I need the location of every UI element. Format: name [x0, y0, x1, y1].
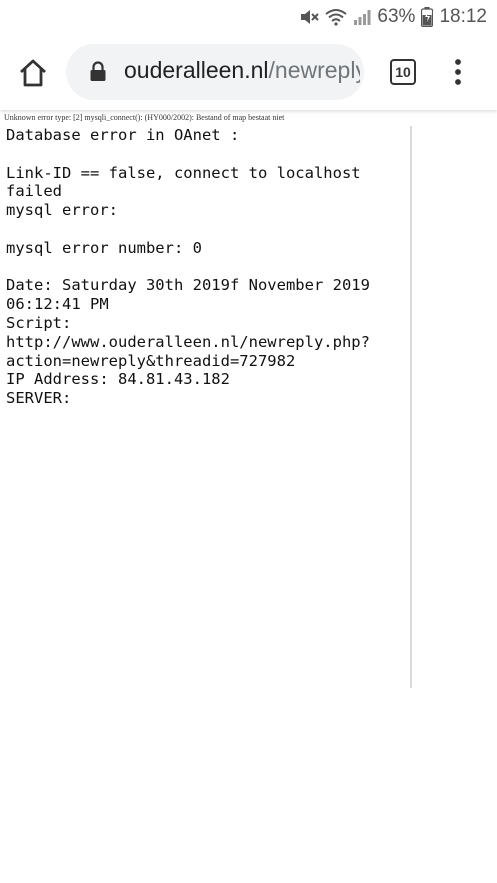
- error-line: mysql error number: 0: [6, 238, 202, 257]
- url-host: ouderalleen.nl: [124, 57, 269, 83]
- error-line: Script:: [6, 313, 72, 332]
- error-line: IP Address: 84.81.43.182: [6, 370, 230, 389]
- browser-toolbar: ouderalleen.nl/newreply 10: [0, 34, 497, 110]
- error-line: Link-ID == false, connect to localhost: [6, 163, 361, 182]
- vertical-divider: [410, 126, 412, 688]
- error-line: action=newreply&threadid=727982: [6, 351, 296, 370]
- error-line: Database error in OAnet :: [6, 126, 240, 144]
- tab-switcher-button[interactable]: 10: [390, 59, 416, 85]
- status-bar: 63% 18:12: [0, 0, 497, 34]
- url-text: ouderalleen.nl/newreply: [124, 57, 360, 84]
- wifi-icon: [325, 8, 348, 26]
- battery-icon: [421, 7, 434, 27]
- error-line: http://www.ouderalleen.nl/newreply.php?: [6, 332, 370, 351]
- lock-icon: [89, 61, 107, 87]
- menu-icon[interactable]: [448, 56, 468, 90]
- url-bar[interactable]: ouderalleen.nl/newreply: [66, 44, 364, 100]
- error-line: SERVER:: [6, 389, 72, 408]
- clock: 18:12: [439, 6, 487, 27]
- mute-icon: [299, 8, 320, 26]
- signal-icon: [353, 8, 371, 26]
- database-error-text: Database error in OAnet : Link-ID == fal…: [6, 126, 370, 408]
- php-warning-notice: Unknown error type: [2] mysqli_connect()…: [4, 113, 285, 122]
- error-line: failed: [6, 182, 62, 201]
- error-line: Date: Saturday 30th 2019f November 2019: [6, 276, 370, 295]
- battery-percent: 63%: [377, 6, 416, 27]
- error-line: 06:12:41 PM: [6, 295, 109, 314]
- url-path: /newreply: [268, 57, 360, 83]
- home-icon[interactable]: [16, 56, 50, 90]
- error-line: mysql error:: [6, 201, 118, 220]
